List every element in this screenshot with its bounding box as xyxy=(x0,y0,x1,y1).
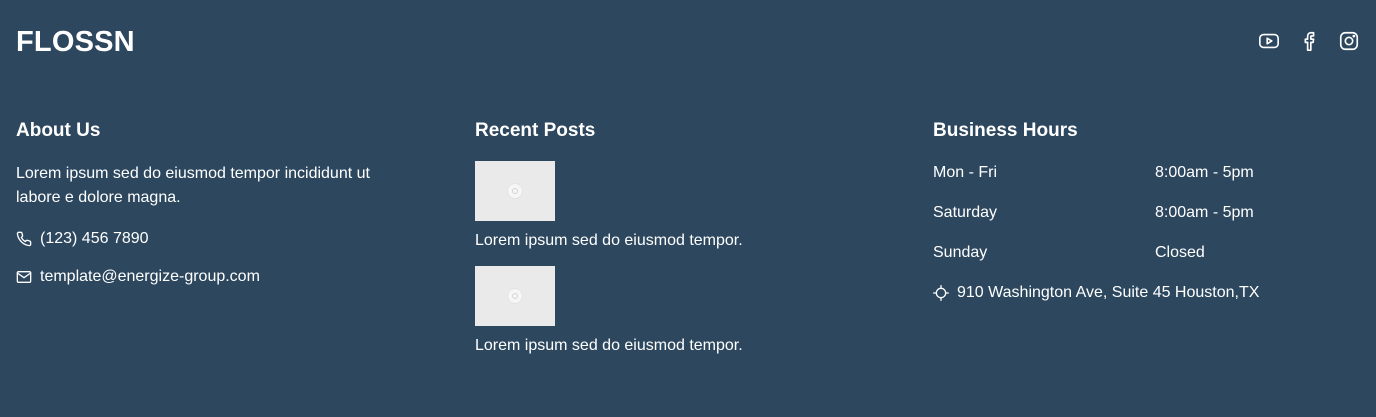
post-title-link[interactable]: Lorem ipsum sed do eiusmod tempor. xyxy=(475,230,875,252)
hours-time: Closed xyxy=(1155,244,1205,261)
hours-row: Mon - Fri 8:00am - 5pm xyxy=(933,162,1353,184)
email-line[interactable]: template@energize-group.com xyxy=(16,266,416,288)
business-hours-heading: Business Hours xyxy=(933,120,1078,141)
recent-posts-heading: Recent Posts xyxy=(475,120,596,141)
phone-icon xyxy=(16,231,32,247)
business-hours-column: Business Hours Mon - Fri 8:00am - 5pm Sa… xyxy=(933,118,1353,304)
post-thumbnail[interactable] xyxy=(475,161,555,221)
about-text: Lorem ipsum sed do eiusmod tempor incidi… xyxy=(16,165,370,206)
phone-line[interactable]: (123) 456 7890 xyxy=(16,228,416,250)
post-thumbnail[interactable] xyxy=(475,266,555,326)
hours-time: 8:00am - 5pm xyxy=(1155,164,1254,181)
image-placeholder-icon xyxy=(508,184,522,198)
image-placeholder-icon xyxy=(508,289,522,303)
mail-icon xyxy=(16,269,32,285)
youtube-icon xyxy=(1259,33,1279,49)
hours-day: Sunday xyxy=(933,244,988,261)
instagram-icon xyxy=(1339,31,1359,51)
instagram-link[interactable] xyxy=(1338,30,1360,52)
hours-day: Saturday xyxy=(933,204,998,221)
post-title-link[interactable]: Lorem ipsum sed do eiusmod tempor. xyxy=(475,335,875,357)
hours-day: Mon - Fri xyxy=(933,164,997,181)
phone-number: (123) 456 7890 xyxy=(40,230,149,247)
facebook-link[interactable] xyxy=(1298,30,1320,52)
hours-time: 8:00am - 5pm xyxy=(1155,204,1254,221)
email-address: template@energize-group.com xyxy=(40,268,260,285)
address-text: 910 Washington Ave, Suite 45 Houston,TX xyxy=(957,284,1260,301)
address-line[interactable]: 910 Washington Ave, Suite 45 Houston,TX xyxy=(933,282,1353,304)
hours-row: Saturday 8:00am - 5pm xyxy=(933,202,1353,224)
youtube-link[interactable] xyxy=(1258,30,1280,52)
post-item: Lorem ipsum sed do eiusmod tempor. xyxy=(475,266,875,357)
about-column: About Us Lorem ipsum sed do eiusmod temp… xyxy=(16,118,416,288)
post-item: Lorem ipsum sed do eiusmod tempor. xyxy=(475,161,875,252)
hours-row: Sunday Closed xyxy=(933,242,1353,264)
about-heading: About Us xyxy=(16,120,101,141)
social-links xyxy=(1258,30,1360,52)
facebook-icon xyxy=(1304,31,1315,51)
hours-table: Mon - Fri 8:00am - 5pm Saturday 8:00am -… xyxy=(933,162,1353,264)
crosshair-location-icon xyxy=(933,285,949,301)
recent-posts-column: Recent Posts Lorem ipsum sed do eiusmod … xyxy=(475,118,875,357)
brand-logo[interactable]: FLOSSN xyxy=(16,24,135,60)
